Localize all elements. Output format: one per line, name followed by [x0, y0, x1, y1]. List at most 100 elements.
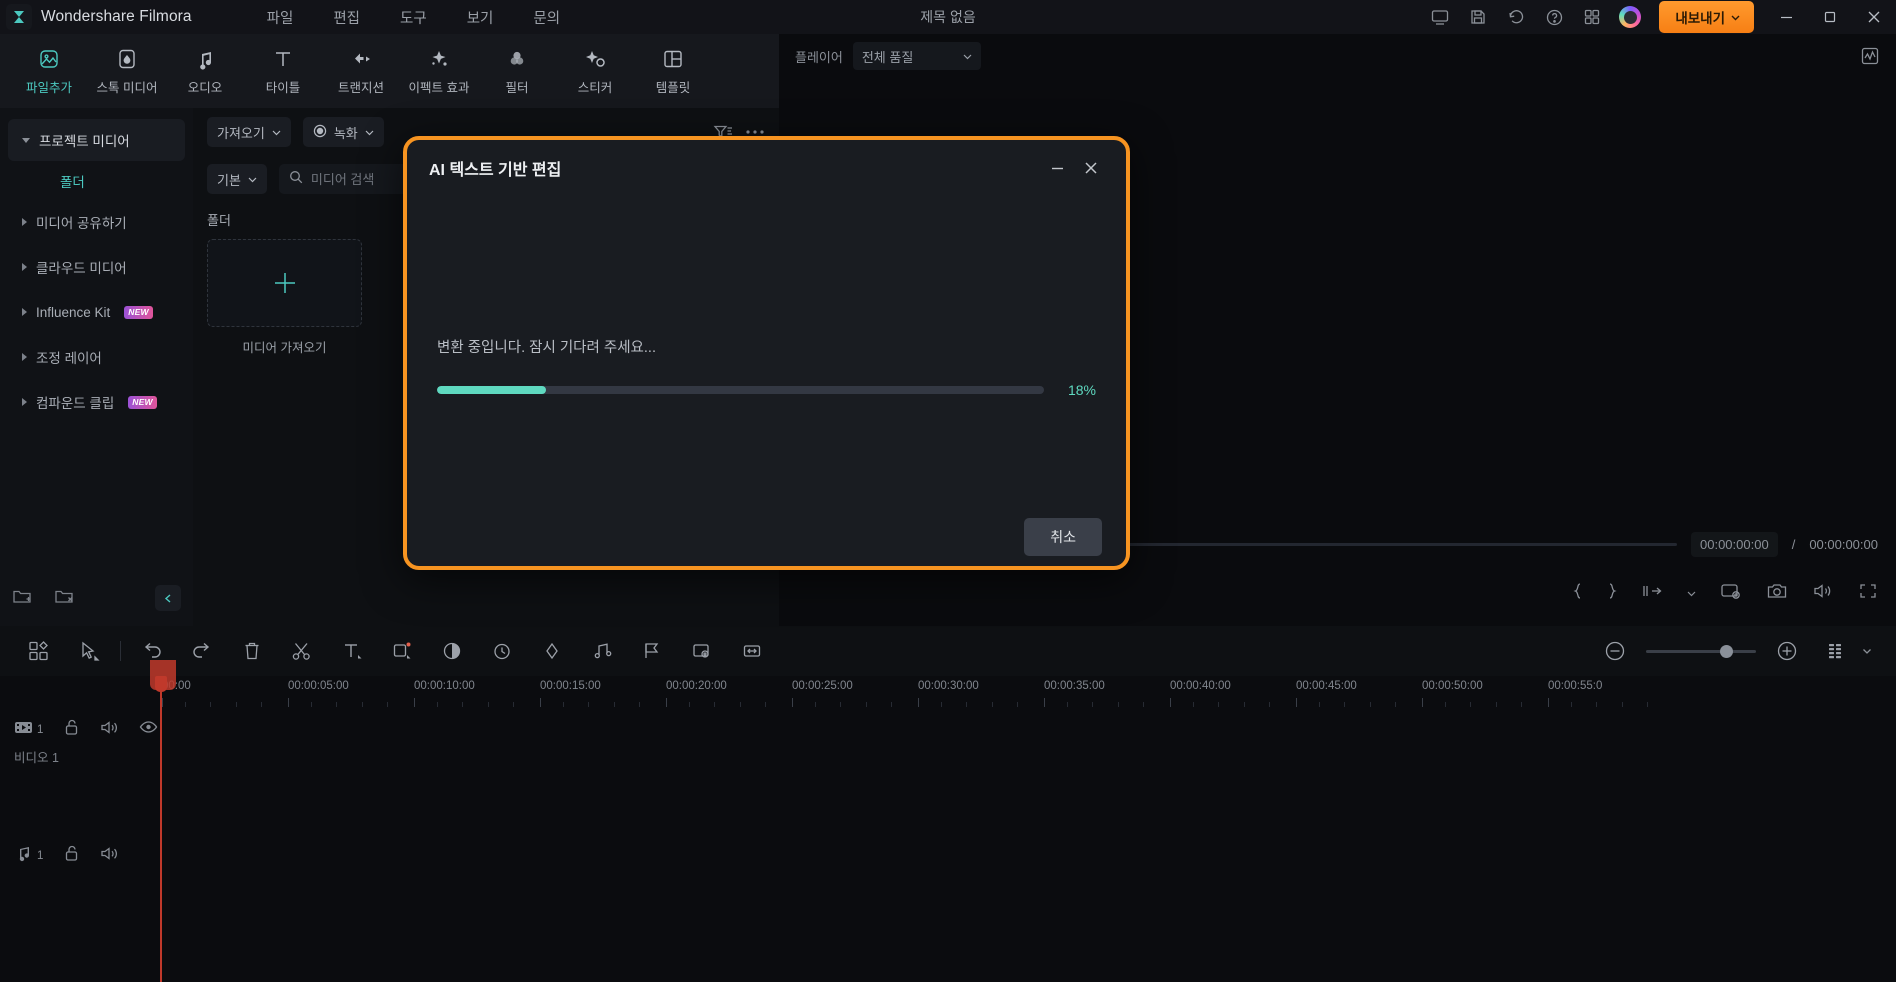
visibility-icon[interactable]: [139, 720, 158, 739]
ruler-tick-label: 00:00:45:00: [1296, 680, 1357, 707]
menu-contact[interactable]: 문의: [513, 3, 580, 32]
unlock-icon[interactable]: [63, 718, 80, 741]
import-media-thumb[interactable]: [207, 239, 362, 327]
ribbon-label: 파일추가: [25, 81, 72, 95]
mark-in-icon[interactable]: [1573, 582, 1583, 605]
filmora-logo-icon: [6, 4, 32, 30]
volume-icon[interactable]: [1812, 582, 1834, 605]
apps-grid-icon[interactable]: [1573, 0, 1611, 34]
ribbon-item-audio[interactable]: 오디오: [166, 38, 244, 104]
layout-grid-icon[interactable]: [14, 626, 64, 676]
color-match-icon[interactable]: [427, 626, 477, 676]
zoom-in-button[interactable]: [1762, 626, 1812, 676]
ruler-minor-tick: [1495, 702, 1497, 707]
ruler-minor-tick: [1520, 702, 1522, 707]
current-timecode[interactable]: 00:00:00:00: [1691, 531, 1778, 557]
sidebar-item-cloud-media[interactable]: 클라우드 미디어: [8, 246, 185, 288]
ribbon-item-effects[interactable]: 이펙트 효과: [400, 38, 478, 104]
more-options-icon[interactable]: [745, 129, 765, 135]
chevron-down-icon[interactable]: [1862, 646, 1872, 656]
split-scissors-icon[interactable]: [277, 626, 327, 676]
fullscreen-icon[interactable]: [1858, 582, 1878, 605]
window-close-button[interactable]: [1852, 0, 1896, 34]
ruler-minor-tick: [260, 702, 262, 707]
quality-value: 전체 품질: [861, 49, 914, 65]
export-button[interactable]: 내보내기: [1659, 1, 1754, 33]
ruler-minor-tick: [1319, 702, 1321, 707]
ruler-minor-tick: [1117, 702, 1119, 707]
menu-view[interactable]: 보기: [447, 3, 514, 32]
new-folder-icon[interactable]: [12, 587, 32, 610]
save-icon[interactable]: [1459, 0, 1497, 34]
window-minimize-button[interactable]: [1764, 0, 1808, 34]
ruler-minor-tick: [1646, 702, 1648, 707]
screen-record-icon[interactable]: [1421, 0, 1459, 34]
import-button[interactable]: 가져오기: [207, 117, 291, 147]
sidebar-item-project-media[interactable]: 프로젝트 미디어: [8, 119, 185, 161]
dialog-minimize-button[interactable]: [1040, 153, 1074, 183]
sidebar-item-influence-kit[interactable]: Influence Kit NEW: [8, 291, 185, 333]
speed-icon[interactable]: [477, 626, 527, 676]
sidebar-item-share-media[interactable]: 미디어 공유하기: [8, 201, 185, 243]
sidebar-subitem-folder[interactable]: 폴더: [8, 164, 185, 198]
ruler-tick-container: 00:00 00:00:05:00 00:00:10:00 00:00:15:00 00…: [160, 676, 1896, 712]
undo-history-icon[interactable]: [1497, 0, 1535, 34]
ruler-minor-tick: [1621, 702, 1623, 707]
preview-tools: [779, 570, 1896, 616]
ribbon-item-filter[interactable]: 필터: [478, 38, 556, 104]
audio-detach-icon[interactable]: [577, 626, 627, 676]
timeline-ruler[interactable]: 00:00 00:00:05:00 00:00:10:00 00:00:15:00 00…: [0, 676, 1896, 712]
zoom-out-button[interactable]: [1590, 626, 1640, 676]
ruler-minor-tick: [563, 702, 565, 707]
waveform-monitor-icon[interactable]: [1860, 46, 1880, 66]
timeline-playhead[interactable]: [155, 676, 167, 982]
mark-out-icon[interactable]: [1607, 582, 1617, 605]
track-settings-icon[interactable]: [1812, 626, 1862, 676]
menu-edit[interactable]: 편집: [313, 3, 380, 32]
user-avatar[interactable]: [1619, 6, 1642, 28]
ribbon-item-title[interactable]: 타이틀: [244, 38, 322, 104]
new-badge: NEW: [124, 305, 153, 319]
snapshot-icon[interactable]: [1766, 582, 1788, 605]
mute-icon[interactable]: [100, 719, 119, 741]
menu-file[interactable]: 파일: [247, 3, 314, 32]
ribbon-item-sticker[interactable]: 스티커: [556, 38, 634, 104]
timeline-zoom-slider[interactable]: [1646, 644, 1756, 658]
ribbon-item-add-file[interactable]: 파일추가: [10, 38, 88, 104]
import-media-card[interactable]: 미디어 가져오기: [207, 239, 362, 356]
zoom-slider-handle[interactable]: [1719, 644, 1733, 658]
aspect-ratio-icon[interactable]: [1641, 582, 1663, 605]
sidebar-item-compound-clip[interactable]: 컴파운드 클립 NEW: [8, 381, 185, 423]
crop-shape-icon[interactable]: [377, 626, 427, 676]
render-preview-icon[interactable]: [1720, 582, 1742, 605]
ruler-minor-tick: [512, 702, 514, 707]
ribbon-item-template[interactable]: 템플릿: [634, 38, 712, 104]
redo-icon[interactable]: [177, 626, 227, 676]
delete-folder-icon[interactable]: [54, 587, 74, 610]
ribbon-item-stock-media[interactable]: 스톡 미디어: [88, 38, 166, 104]
ribbon-label: 이펙트 효과: [408, 81, 470, 95]
add-text-icon[interactable]: [327, 626, 377, 676]
ribbon-item-transition[interactable]: 트랜지션: [322, 38, 400, 104]
delete-icon[interactable]: [227, 626, 277, 676]
menu-tools[interactable]: 도구: [380, 3, 447, 32]
keyframe-icon[interactable]: [527, 626, 577, 676]
fit-timeline-icon[interactable]: [727, 626, 777, 676]
sidebar-collapse-button[interactable]: [155, 585, 181, 611]
mute-icon[interactable]: [100, 845, 119, 867]
select-tool-icon[interactable]: [64, 626, 114, 676]
marker-icon[interactable]: [627, 626, 677, 676]
ruler-minor-tick: [865, 702, 867, 707]
view-mode-selector[interactable]: 기본: [207, 164, 267, 194]
video-track-icon: [14, 719, 33, 741]
cancel-button[interactable]: 취소: [1024, 518, 1102, 556]
record-button[interactable]: 녹화: [302, 117, 384, 147]
help-icon[interactable]: [1535, 0, 1573, 34]
dialog-close-button[interactable]: [1074, 153, 1108, 183]
unlock-icon[interactable]: [63, 844, 80, 867]
mask-icon[interactable]: [677, 626, 727, 676]
window-maximize-button[interactable]: [1808, 0, 1852, 34]
sidebar-item-adjustment-layer[interactable]: 조정 레이어: [8, 336, 185, 378]
quality-selector[interactable]: 전체 품질: [852, 42, 981, 70]
chevron-down-icon[interactable]: [1687, 589, 1696, 598]
